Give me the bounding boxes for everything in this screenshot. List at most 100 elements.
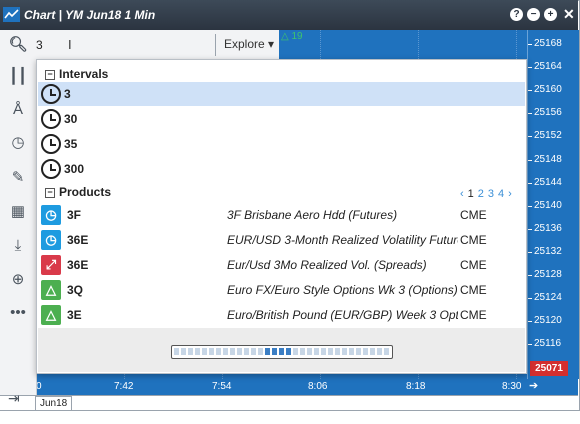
- price-tick-label: 25156: [534, 107, 562, 119]
- options-icon: △: [41, 280, 61, 300]
- scroll-right-icon[interactable]: ➔: [529, 379, 538, 392]
- pagination: ‹ 1 2 3 4 ›: [460, 188, 516, 200]
- price-tick-label: 25116: [534, 338, 562, 350]
- product-row[interactable]: △ 3E Euro/British Pound (EUR/GBP) Week 3…: [38, 303, 525, 327]
- grid-icon[interactable]: ▦: [8, 202, 28, 222]
- scroller-segment: [195, 348, 200, 355]
- volume-change-label: △ 19: [281, 31, 311, 42]
- product-row[interactable]: ⤢ 36E Eur/Usd 3Mo Realized Vol. (Spreads…: [38, 253, 525, 277]
- pencil-icon[interactable]: ✎: [8, 168, 28, 188]
- page-link[interactable]: 2: [478, 188, 484, 200]
- price-tick-label: 25148: [534, 153, 562, 165]
- product-symbol: 3E: [67, 308, 82, 322]
- scroller-segment: [223, 348, 228, 355]
- scroller-segment: [237, 348, 242, 355]
- price-tick-label: 25120: [534, 315, 562, 327]
- horizontal-scroller[interactable]: [171, 345, 393, 359]
- time-tick-label: 8:06: [308, 381, 328, 392]
- maximize-icon[interactable]: +: [544, 8, 557, 21]
- product-description: 3F Brisbane Aero Hdd (Futures): [227, 208, 398, 222]
- product-exchange: CME: [460, 233, 487, 247]
- product-row[interactable]: ◷ 36E EUR/USD 3-Month Realized Volatilit…: [38, 228, 525, 252]
- scroller-segment: [293, 348, 298, 355]
- price-tick-mark: [528, 251, 532, 253]
- scroller-segment: [349, 348, 354, 355]
- scroller-segment: [384, 348, 389, 355]
- interval-item[interactable]: 35: [38, 132, 525, 156]
- price-tick-mark: [528, 321, 532, 323]
- page-link[interactable]: 4: [498, 188, 504, 200]
- products-header-label: Products: [59, 185, 112, 199]
- interval-label: 35: [64, 137, 78, 151]
- collapse-icon[interactable]: −: [45, 70, 55, 80]
- price-tick-mark: [528, 275, 532, 276]
- interval-item[interactable]: 30: [38, 107, 525, 131]
- chart-app-icon: [3, 7, 20, 22]
- crosshair-icon[interactable]: ⊕: [8, 270, 28, 290]
- date-bar: [0, 395, 578, 410]
- collapse-icon[interactable]: −: [45, 188, 55, 198]
- download-icon[interactable]: ⤓: [8, 236, 28, 256]
- product-symbol: 36E: [67, 233, 89, 247]
- products-header[interactable]: − Products: [45, 185, 111, 199]
- price-tick-label: 25160: [534, 84, 562, 96]
- product-row[interactable]: △ 3Q Euro FX/Euro Style Options Wk 3 (Op…: [38, 278, 525, 302]
- page-link[interactable]: 1: [468, 188, 474, 200]
- scroller-segment: [181, 348, 186, 355]
- product-description: Eur/Usd 3Mo Realized Vol. (Spreads): [227, 258, 427, 272]
- interval-item[interactable]: 3: [38, 82, 525, 106]
- time-tick-label: 8:18: [406, 381, 426, 392]
- product-description: Euro/British Pound (EUR/GBP) Week 3 Opti…: [227, 308, 458, 322]
- futures-icon: ◷: [41, 205, 61, 225]
- price-axis[interactable]: 25168 25164 25160 25156 25152 25148 25144 25140…: [527, 30, 579, 379]
- options-icon: △: [41, 305, 61, 325]
- price-tick-mark: [528, 159, 532, 161]
- product-description: EUR/USD 3-Month Realized Volatility Futu…: [227, 233, 458, 247]
- scroller-segment: [279, 348, 284, 355]
- drawing-icon[interactable]: Å: [8, 100, 28, 120]
- price-tick-mark: [528, 344, 532, 346]
- futures-icon: ◷: [41, 230, 61, 250]
- scroller-segment: [202, 348, 207, 355]
- explore-button[interactable]: Explore ▾: [216, 30, 279, 59]
- clock-icon[interactable]: ◷: [8, 133, 28, 153]
- next-page-icon[interactable]: ›: [508, 188, 512, 200]
- price-tick-mark: [528, 182, 532, 184]
- minimize-icon[interactable]: −: [527, 8, 540, 21]
- clock-icon: [41, 109, 61, 129]
- price-tick-label: 25140: [534, 199, 562, 211]
- product-exchange: CME: [460, 308, 487, 322]
- more-icon[interactable]: •••: [8, 303, 28, 323]
- price-tick-label: 25132: [534, 245, 562, 257]
- interval-label: 300: [64, 162, 85, 176]
- last-price-tag: 25071: [530, 361, 568, 376]
- price-tick-mark: [528, 90, 532, 92]
- page-link[interactable]: 3: [488, 188, 494, 200]
- search-input[interactable]: 3: [36, 38, 43, 52]
- price-tick-label: 25124: [534, 292, 562, 304]
- pin-icon[interactable]: ⇥: [8, 390, 28, 407]
- clock-icon: [41, 134, 61, 154]
- product-symbol: 3Q: [67, 283, 84, 297]
- close-icon[interactable]: ✕: [563, 6, 575, 23]
- help-icon[interactable]: ?: [510, 8, 523, 21]
- interval-item[interactable]: 300: [38, 157, 525, 181]
- search-icon[interactable]: 🔍︎: [8, 35, 28, 55]
- scroller-segment: [272, 348, 277, 355]
- product-row[interactable]: ◷ 3F 3F Brisbane Aero Hdd (Futures) CME: [38, 203, 525, 227]
- scroller-segment: [356, 348, 361, 355]
- scroller-segment: [174, 348, 179, 355]
- bars-icon[interactable]: ┃┃: [8, 67, 28, 87]
- scroller-segment: [307, 348, 312, 355]
- prev-page-icon[interactable]: ‹: [460, 188, 464, 200]
- price-tick-mark: [528, 228, 532, 230]
- time-tick-label: 7:42: [114, 381, 134, 392]
- intervals-header[interactable]: − Intervals: [45, 67, 108, 81]
- scroller-segment: [258, 348, 263, 355]
- title-bar[interactable]: Chart | YM Jun18 1 Min ? − + ✕: [0, 0, 578, 30]
- window-title: Chart | YM Jun18 1 Min: [24, 8, 156, 22]
- search-dropdown: − Intervals 3 30 35 300 − Products ‹ 1 2 3 4 › …: [36, 59, 527, 374]
- scroller-segment: [216, 348, 221, 355]
- time-axis[interactable]: 0 7:42 7:54 8:06 8:18 8:30: [36, 379, 527, 395]
- symbol-search-bar[interactable]: 3 I: [36, 30, 216, 59]
